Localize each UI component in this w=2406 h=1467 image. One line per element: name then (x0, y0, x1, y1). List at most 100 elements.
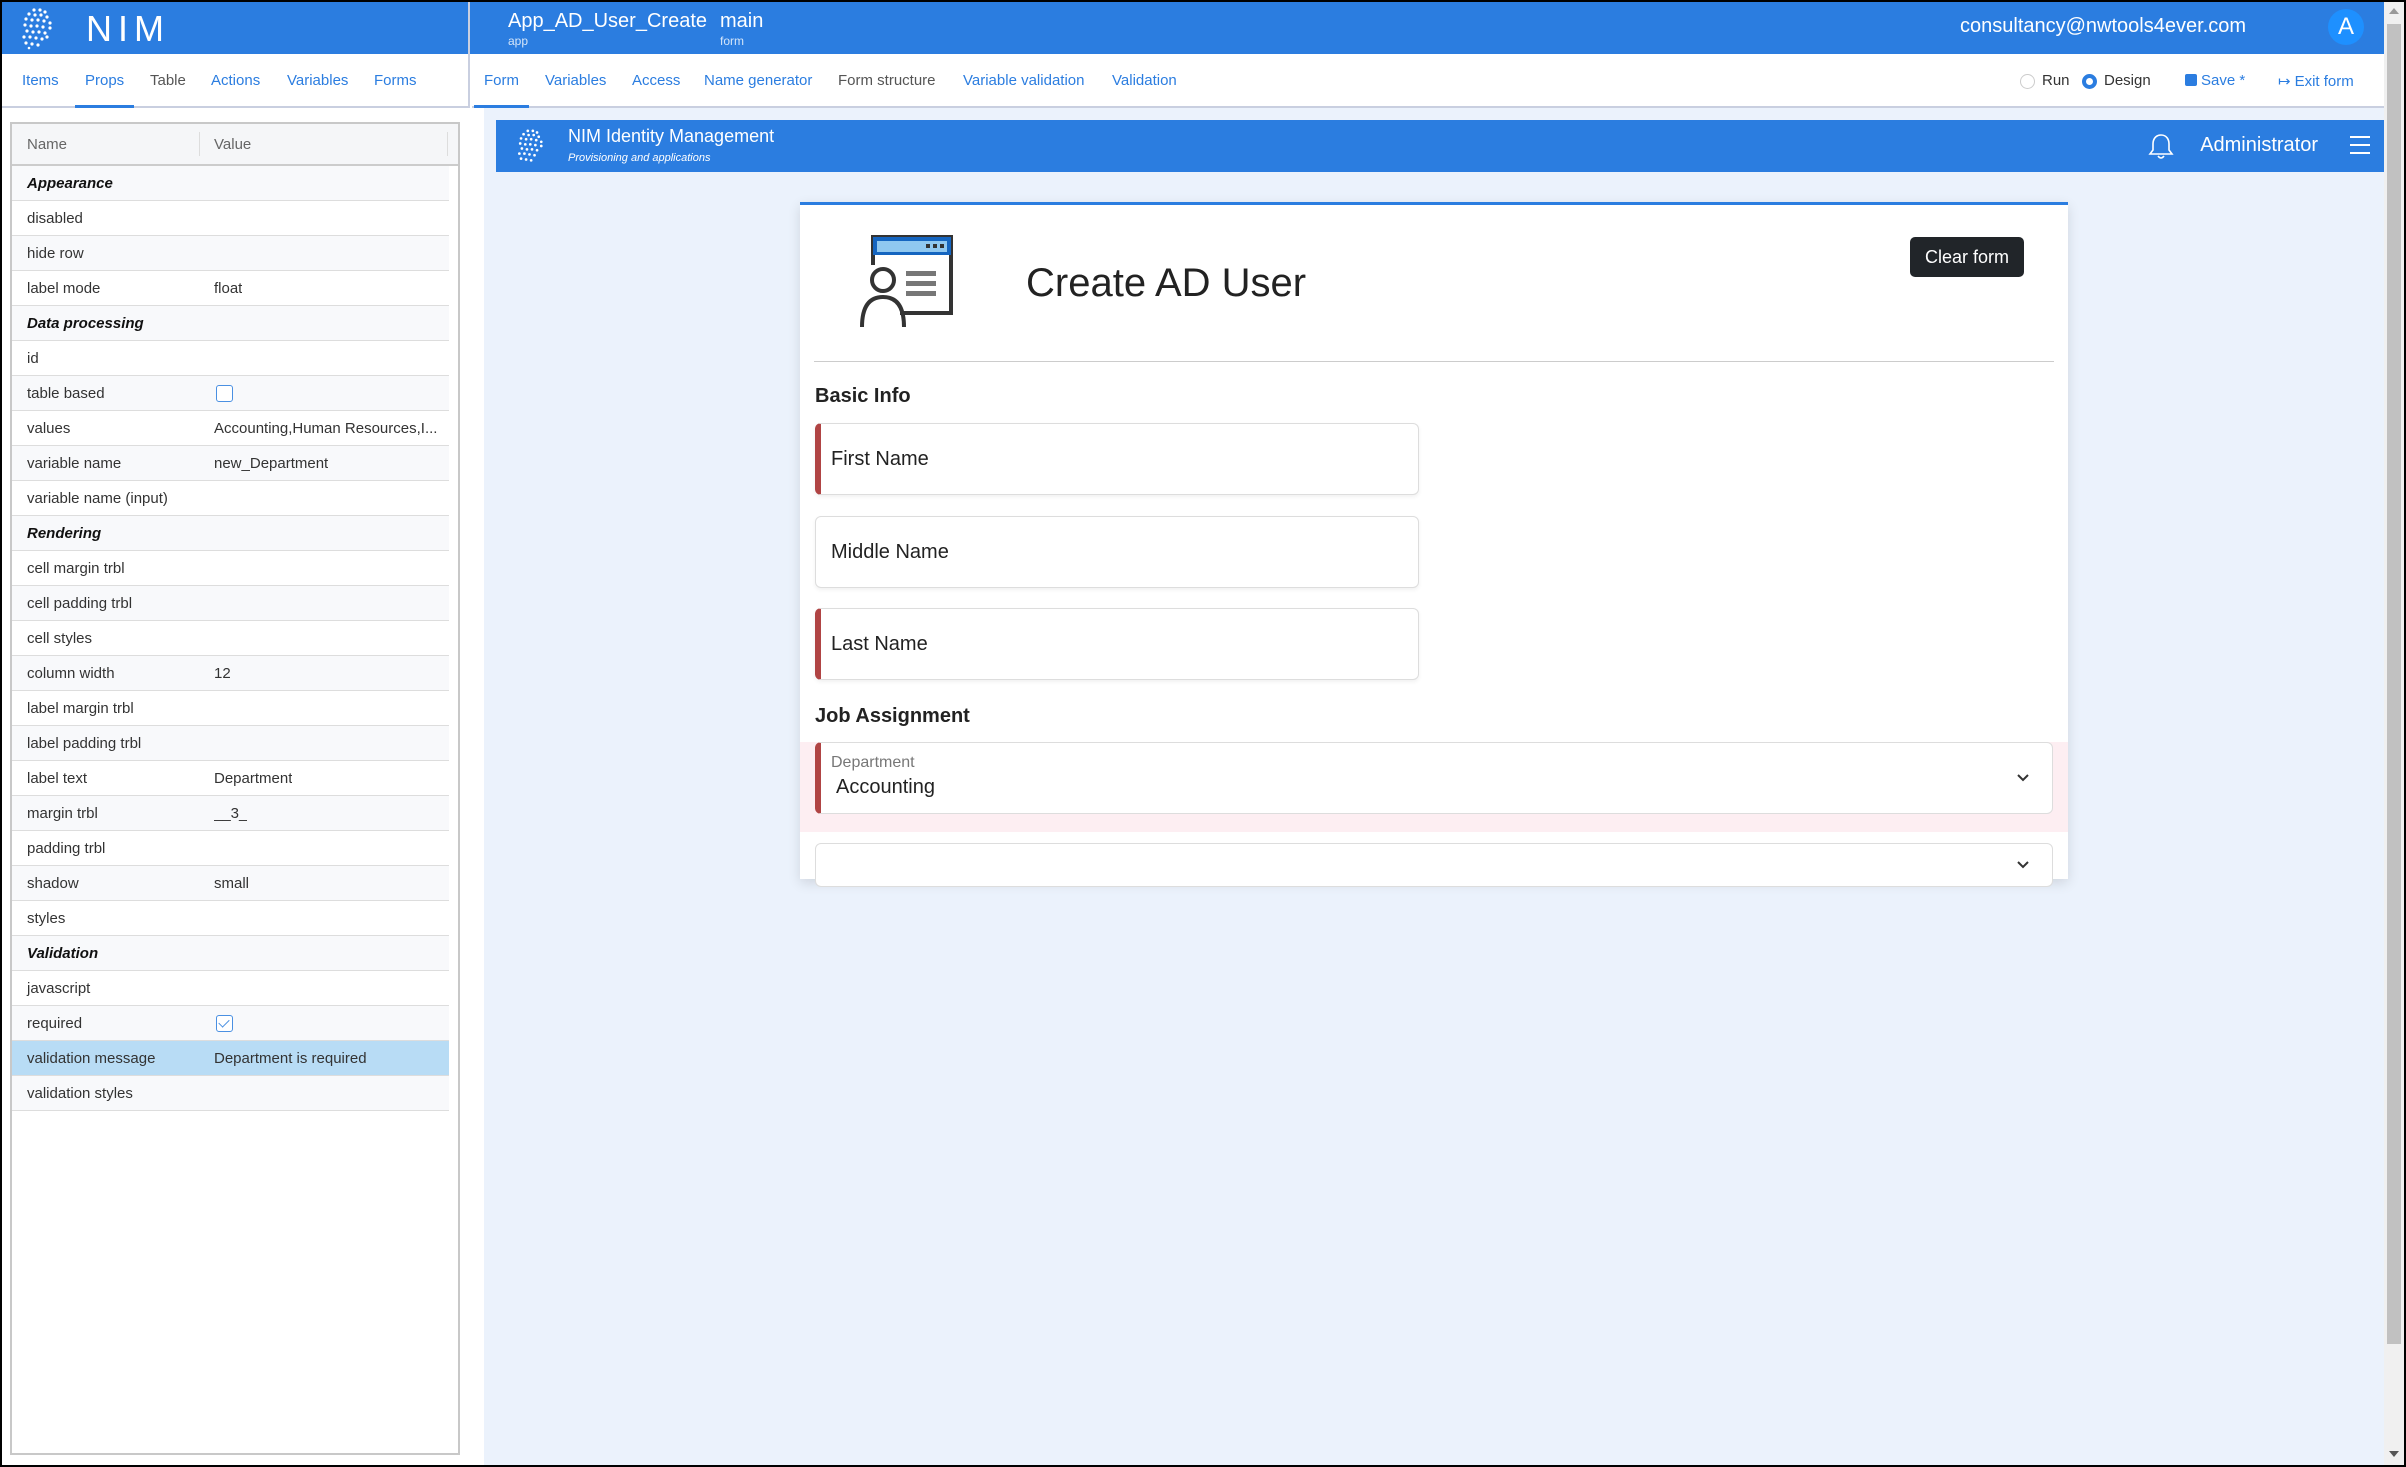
property-section-header: Data processing (12, 306, 449, 341)
property-row[interactable]: table based (12, 376, 449, 411)
property-name: cell margin trbl (27, 560, 125, 577)
user-menu-label[interactable]: Administrator (2200, 134, 2318, 157)
property-name: label margin trbl (27, 700, 134, 717)
scroll-up-arrow[interactable] (2389, 8, 2399, 14)
scroll-down-arrow[interactable] (2389, 1451, 2399, 1457)
checkbox-unchecked[interactable] (216, 385, 233, 402)
property-name: Data processing (27, 315, 144, 332)
property-name: validation styles (27, 1085, 133, 1102)
property-name: validation message (27, 1050, 156, 1067)
tab-access[interactable]: Access (632, 54, 680, 106)
property-section-header: Appearance (12, 166, 449, 201)
property-row[interactable]: cell padding trbl (12, 586, 449, 621)
tab-table[interactable]: Table (150, 54, 186, 106)
property-name: values (27, 420, 71, 437)
property-name: Appearance (27, 175, 113, 192)
department-selected-highlight[interactable]: Department Accounting (800, 742, 2068, 832)
property-row[interactable]: disabled (12, 201, 449, 236)
property-row[interactable]: column width 12 (12, 656, 449, 691)
property-name: styles (27, 910, 66, 927)
tab-form[interactable]: Form (474, 54, 529, 108)
clear-form-button[interactable]: Clear form (1910, 237, 2024, 277)
property-row[interactable]: label text Department (12, 761, 449, 796)
property-value[interactable]: small (214, 875, 249, 892)
tab-validation[interactable]: Validation (1112, 54, 1177, 106)
preview-app-title: NIM Identity Management (568, 126, 775, 146)
user-email[interactable]: consultancy@nwtools4ever.com (1960, 15, 2246, 38)
property-value[interactable]: Department is required (214, 1050, 367, 1067)
department-select[interactable]: Department Accounting (815, 742, 2053, 814)
property-row[interactable]: variable name (input) (12, 481, 449, 516)
checkbox-checked[interactable] (216, 1015, 233, 1032)
designer-window: NIM App_AD_User_Create app main form con… (2, 2, 2404, 1465)
section-job-assignment: Job Assignment (815, 705, 970, 727)
property-name: required (27, 1015, 83, 1032)
hamburger-menu-icon[interactable] (2350, 136, 2370, 154)
property-row[interactable]: label padding trbl (12, 726, 449, 761)
column-divider[interactable] (199, 132, 200, 156)
property-row[interactable]: id (12, 341, 449, 376)
tab-variable-validation[interactable]: Variable validation (963, 54, 1084, 106)
property-rows: Appearance disabled hide row label mode floa… (12, 166, 458, 1111)
form-preview-canvas: NIM Identity Management Provisioning and… (472, 108, 2396, 1465)
save-button[interactable]: Save * (2185, 72, 2245, 89)
property-row[interactable]: padding trbl (12, 831, 449, 866)
property-value[interactable]: float (214, 280, 242, 297)
property-name: table based (27, 385, 105, 402)
tab-form-structure[interactable]: Form structure (838, 54, 936, 106)
tab-actions[interactable]: Actions (211, 54, 260, 106)
scrollbar-thumb[interactable] (2387, 24, 2401, 1344)
vertical-scrollbar[interactable] (2384, 2, 2404, 1465)
property-value[interactable]: 12 (214, 665, 231, 682)
property-value[interactable]: Department (214, 770, 292, 787)
property-name: Validation (27, 945, 99, 962)
tab-forms[interactable]: Forms (374, 54, 417, 106)
property-value[interactable]: __3_ (214, 805, 247, 822)
top-bar: NIM App_AD_User_Create app main form con… (2, 2, 2384, 54)
property-row[interactable]: hide row (12, 236, 449, 271)
first-name-placeholder: First Name (831, 448, 929, 470)
property-row[interactable]: label margin trbl (12, 691, 449, 726)
property-row[interactable]: javascript (12, 971, 449, 1006)
exit-form-button[interactable]: ↦ Exit form (2278, 72, 2354, 90)
property-row[interactable]: required (12, 1006, 449, 1041)
property-row[interactable]: validation message Department is required (12, 1041, 449, 1076)
first-name-field[interactable]: First Name (815, 423, 1419, 495)
avatar[interactable]: A (2328, 9, 2364, 45)
property-name: variable name (27, 455, 122, 472)
secondary-select[interactable] (815, 843, 2053, 887)
property-name: label text (27, 770, 88, 787)
property-value[interactable]: Accounting,Human Resources,I... (214, 420, 437, 437)
property-value[interactable]: new_Department (214, 455, 328, 472)
property-row[interactable]: shadow small (12, 866, 449, 901)
property-row[interactable]: values Accounting,Human Resources,I... (12, 411, 449, 446)
property-name: disabled (27, 210, 83, 227)
property-name: Rendering (27, 525, 102, 542)
design-label: Design (2104, 72, 2151, 89)
property-row[interactable]: cell styles (12, 621, 449, 656)
tab-props[interactable]: Props (74, 54, 135, 108)
tab-items[interactable]: Items (22, 54, 59, 106)
design-radio[interactable] (2082, 74, 2097, 89)
tab-name-generator[interactable]: Name generator (704, 54, 812, 106)
property-row[interactable]: margin trbl __3_ (12, 796, 449, 831)
property-name: column width (27, 665, 115, 682)
run-radio[interactable] (2020, 74, 2035, 89)
tab-variables[interactable]: Variables (287, 54, 348, 106)
exit-label: Exit form (2294, 73, 2354, 90)
logo-area: NIM (2, 2, 470, 54)
property-row[interactable]: styles (12, 901, 449, 936)
tab-form-variables[interactable]: Variables (545, 54, 606, 106)
property-row[interactable]: cell margin trbl (12, 551, 449, 586)
column-divider[interactable] (447, 132, 448, 156)
form-type: form (720, 34, 744, 48)
bell-icon[interactable] (2148, 132, 2174, 160)
form-card: Create AD User Clear form Basic Info Fir… (800, 202, 2068, 887)
middle-name-field[interactable]: Middle Name (815, 516, 1419, 588)
property-row[interactable]: variable name new_Department (12, 446, 449, 481)
last-name-field[interactable]: Last Name (815, 608, 1419, 680)
property-row[interactable]: label mode float (12, 271, 449, 306)
property-row[interactable]: validation styles (12, 1076, 449, 1111)
property-name: padding trbl (27, 840, 106, 857)
property-name: margin trbl (27, 805, 98, 822)
